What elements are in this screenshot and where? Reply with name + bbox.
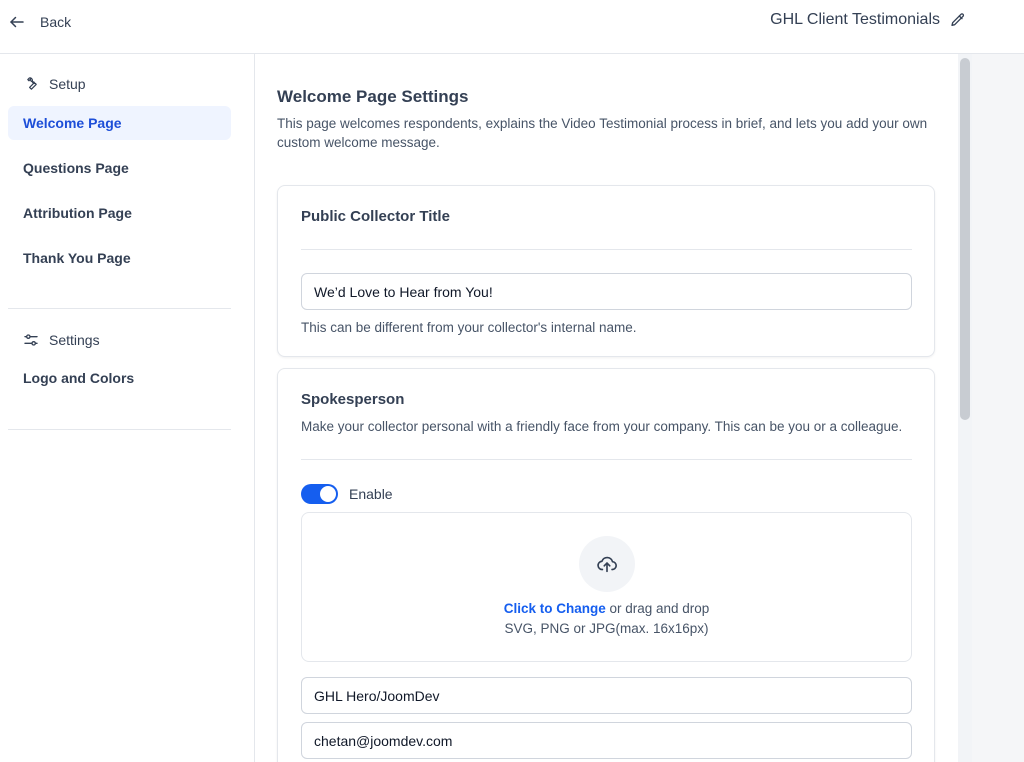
upload-icon-circle	[579, 536, 635, 592]
sidebar-item-questions-page[interactable]: Questions Page	[8, 151, 231, 185]
sidebar-section-label: Settings	[49, 332, 100, 348]
card-subtitle: Make your collector personal with a frie…	[301, 419, 903, 434]
card-divider	[301, 249, 912, 250]
upload-formats: SVG, PNG or JPG(max. 16x16px)	[504, 621, 709, 636]
sidebar-section-settings: Settings	[23, 332, 100, 348]
right-gutter	[972, 54, 1024, 762]
sidebar-item-logo-and-colors[interactable]: Logo and Colors	[8, 361, 231, 395]
card-title: Spokesperson	[301, 391, 405, 408]
sidebar-item-welcome-page[interactable]: Welcome Page	[8, 106, 231, 140]
app-title: GHL Client Testimonials	[770, 11, 940, 28]
spokesperson-name-input[interactable]	[301, 677, 912, 714]
sidebar-divider	[8, 308, 231, 309]
app-title-group: GHL Client Testimonials	[770, 11, 966, 29]
sidebar-item-thank-you-page[interactable]: Thank You Page	[8, 241, 231, 275]
collector-title-input[interactable]	[301, 273, 912, 310]
sidebar-section-setup: Setup	[23, 76, 86, 92]
main-scrollbar[interactable]	[958, 54, 972, 762]
sidebar-divider	[8, 429, 231, 430]
main-content: Welcome Page Settings This page welcomes…	[255, 54, 958, 762]
upload-drag-text: or drag and drop	[605, 601, 710, 616]
enable-toggle-label: Enable	[349, 486, 393, 502]
back-label: Back	[40, 14, 72, 30]
upload-instructions: Click to Change or drag and drop	[302, 601, 911, 616]
collector-title-card: Public Collector Title This can be diffe…	[277, 185, 935, 357]
card-title: Public Collector Title	[301, 208, 450, 225]
sidebar: Setup Welcome Page Questions Page Attrib…	[0, 54, 255, 762]
enable-toggle[interactable]	[301, 484, 338, 504]
collector-title-help: This can be different from your collecto…	[301, 320, 637, 335]
page-title: Welcome Page Settings	[277, 87, 469, 106]
scrollbar-thumb[interactable]	[960, 58, 970, 420]
sidebar-item-label: Welcome Page	[23, 115, 122, 131]
sidebar-item-label: Logo and Colors	[23, 370, 135, 386]
sliders-icon	[24, 334, 38, 346]
sidebar-item-label: Questions Page	[23, 160, 129, 176]
cloud-upload-icon	[597, 556, 617, 573]
page-description: This page welcomes respondents, explains…	[277, 116, 928, 150]
image-upload-dropzone[interactable]: Click to Change or drag and drop SVG, PN…	[301, 512, 912, 662]
back-button[interactable]: Back	[8, 10, 71, 34]
sidebar-item-label: Attribution Page	[23, 205, 132, 221]
spokesperson-email-input[interactable]	[301, 722, 912, 759]
top-header: Back GHL Client Testimonials	[0, 0, 1024, 54]
wrench-icon	[27, 77, 37, 90]
card-divider	[301, 459, 912, 460]
spokesperson-card: Spokesperson Make your collector persona…	[277, 368, 935, 762]
pencil-icon[interactable]	[950, 12, 966, 28]
sidebar-item-label: Thank You Page	[23, 250, 131, 266]
click-to-change-link[interactable]: Click to Change	[504, 601, 606, 616]
sidebar-item-attribution-page[interactable]: Attribution Page	[8, 196, 231, 230]
sidebar-section-label: Setup	[49, 76, 86, 92]
toggle-knob	[320, 486, 336, 502]
arrow-left-icon	[10, 16, 24, 28]
